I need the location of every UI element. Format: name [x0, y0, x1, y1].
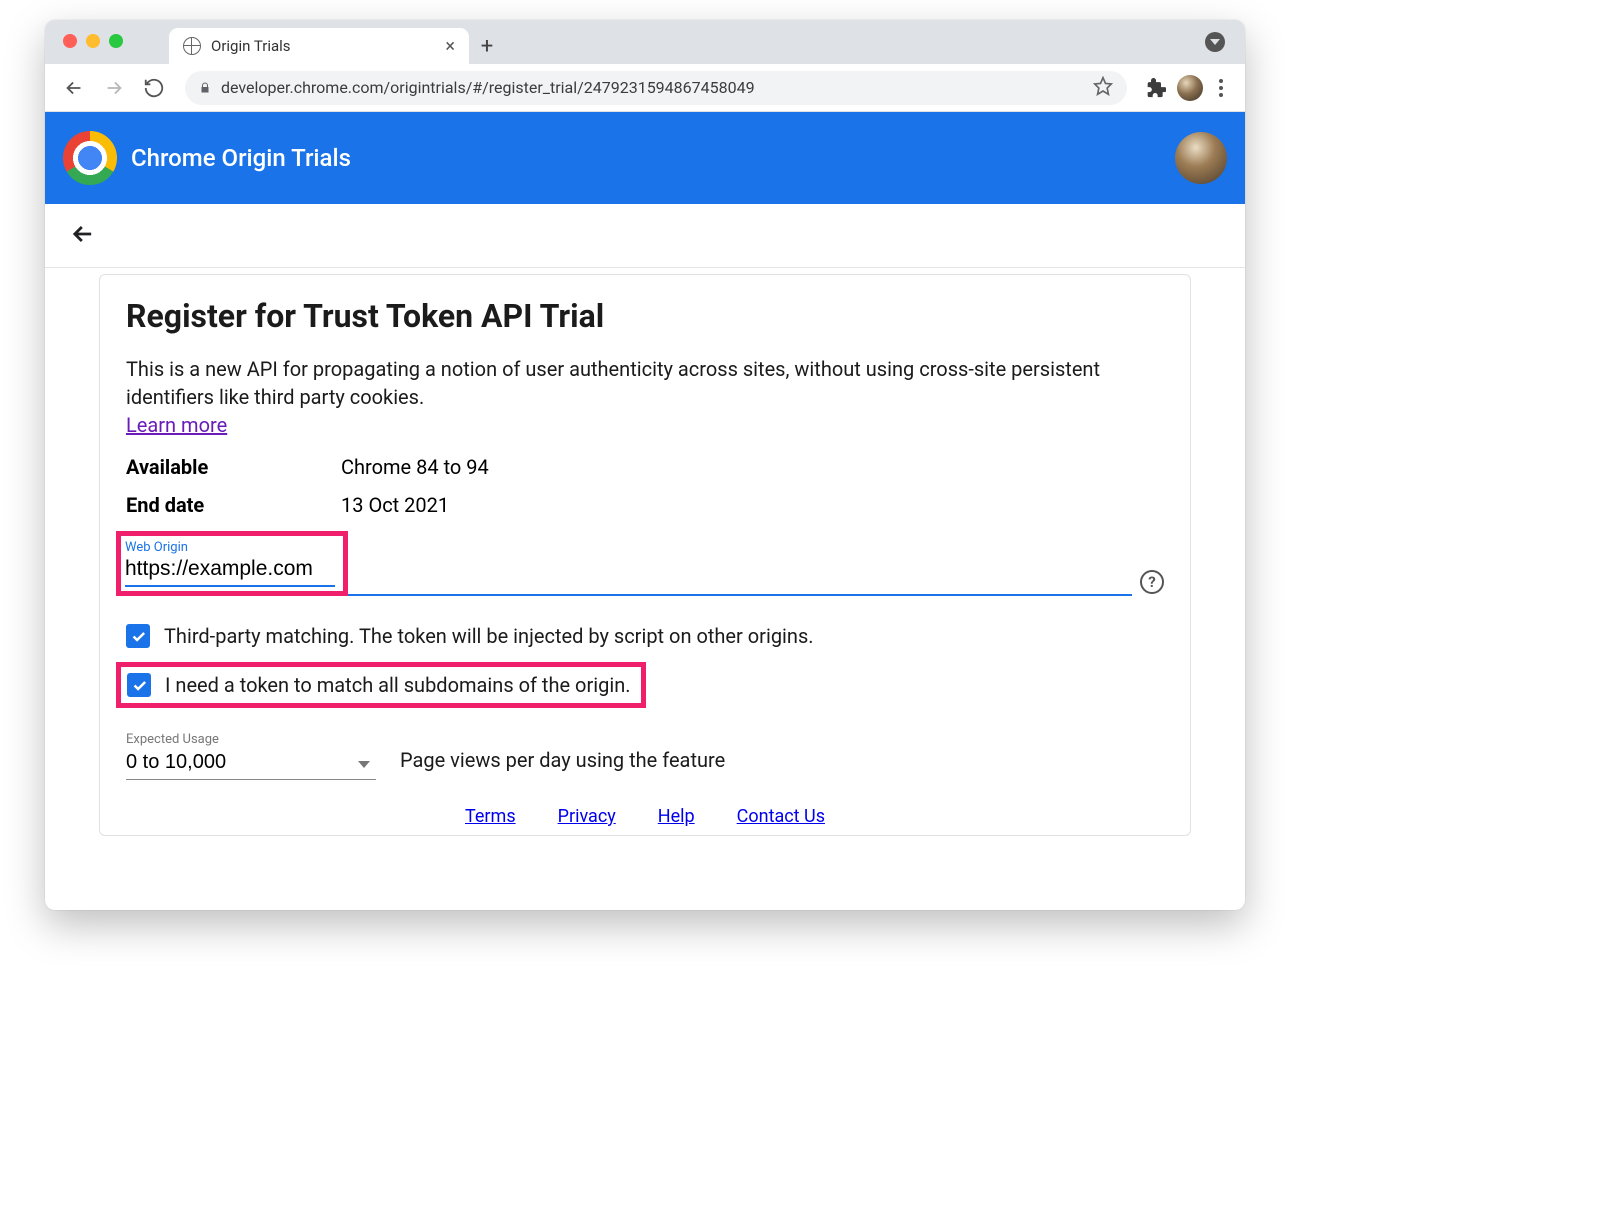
- close-window-button[interactable]: [63, 34, 77, 48]
- forward-button[interactable]: [97, 71, 131, 105]
- address-bar[interactable]: developer.chrome.com/origintrials/#/regi…: [185, 71, 1127, 105]
- thirdparty-checkbox-row: Third-party matching. The token will be …: [126, 624, 1164, 648]
- page-title: Register for Trust Token API Trial: [126, 297, 1164, 335]
- tab-title: Origin Trials: [211, 37, 291, 55]
- tabs-dropdown-button[interactable]: [1205, 32, 1225, 52]
- chrome-menu-button[interactable]: [1209, 79, 1233, 97]
- web-origin-row: Web Origin ?: [126, 531, 1164, 596]
- usage-description: Page views per day using the feature: [400, 748, 725, 780]
- usage-field: Expected Usage 0 to 10,000: [126, 732, 376, 780]
- window-controls: [63, 34, 123, 48]
- app-title: Chrome Origin Trials: [131, 144, 351, 172]
- web-origin-label: Web Origin: [125, 540, 335, 555]
- web-origin-underline: [348, 594, 1132, 596]
- profile-avatar-small[interactable]: [1177, 75, 1203, 101]
- tab-close-icon[interactable]: ×: [445, 36, 455, 57]
- thirdparty-label: Third-party matching. The token will be …: [164, 624, 814, 648]
- active-tab[interactable]: Origin Trials ×: [169, 28, 469, 64]
- enddate-value: 13 Oct 2021: [341, 493, 449, 517]
- page-backbar: [45, 204, 1245, 268]
- minimize-window-button[interactable]: [86, 34, 100, 48]
- back-button[interactable]: [57, 71, 91, 105]
- extensions-icon[interactable]: [1141, 78, 1171, 98]
- learn-more-link[interactable]: Learn more: [126, 413, 227, 437]
- web-origin-input[interactable]: [125, 555, 335, 585]
- footer-privacy[interactable]: Privacy: [558, 806, 616, 827]
- thirdparty-checkbox[interactable]: [126, 624, 150, 648]
- usage-select[interactable]: 0 to 10,000: [126, 747, 376, 780]
- page-back-button[interactable]: [69, 220, 97, 252]
- meta-enddate: End date 13 Oct 2021: [126, 493, 1164, 517]
- page-description: This is a new API for propagating a noti…: [126, 355, 1164, 411]
- web-origin-highlight: Web Origin: [116, 531, 348, 596]
- tabstrip: Origin Trials × +: [45, 20, 1245, 64]
- usage-label: Expected Usage: [126, 732, 376, 747]
- chrome-logo-icon: [63, 131, 117, 185]
- app-header: Chrome Origin Trials: [45, 112, 1245, 204]
- subdomains-checkbox-row: I need a token to match all subdomains o…: [127, 673, 631, 697]
- footer-help[interactable]: Help: [658, 806, 695, 827]
- url-text: developer.chrome.com/origintrials/#/regi…: [221, 78, 1083, 97]
- footer-contact[interactable]: Contact Us: [737, 806, 825, 827]
- registration-card: Register for Trust Token API Trial This …: [99, 274, 1191, 836]
- maximize-window-button[interactable]: [109, 34, 123, 48]
- help-icon[interactable]: ?: [1140, 570, 1164, 594]
- lock-icon: [199, 81, 211, 95]
- profile-avatar-large[interactable]: [1175, 132, 1227, 184]
- browser-window: Origin Trials × + developer.chrome.com/o…: [45, 20, 1245, 910]
- available-label: Available: [126, 455, 341, 479]
- content-area: Register for Trust Token API Trial This …: [45, 268, 1245, 910]
- toolbar: developer.chrome.com/origintrials/#/regi…: [45, 64, 1245, 112]
- subdomains-highlight: I need a token to match all subdomains o…: [116, 662, 646, 708]
- bookmark-star-icon[interactable]: [1093, 76, 1113, 100]
- new-tab-button[interactable]: +: [469, 28, 505, 64]
- available-value: Chrome 84 to 94: [341, 455, 489, 479]
- reload-button[interactable]: [137, 71, 171, 105]
- meta-available: Available Chrome 84 to 94: [126, 455, 1164, 479]
- usage-row: Expected Usage 0 to 10,000 Page views pe…: [126, 732, 1164, 780]
- enddate-label: End date: [126, 493, 341, 517]
- meta-block: Available Chrome 84 to 94 End date 13 Oc…: [126, 455, 1164, 517]
- footer-terms[interactable]: Terms: [465, 806, 516, 827]
- footer-links: Terms Privacy Help Contact Us: [126, 806, 1164, 827]
- subdomains-label: I need a token to match all subdomains o…: [165, 673, 631, 697]
- globe-icon: [183, 37, 201, 55]
- subdomains-checkbox[interactable]: [127, 673, 151, 697]
